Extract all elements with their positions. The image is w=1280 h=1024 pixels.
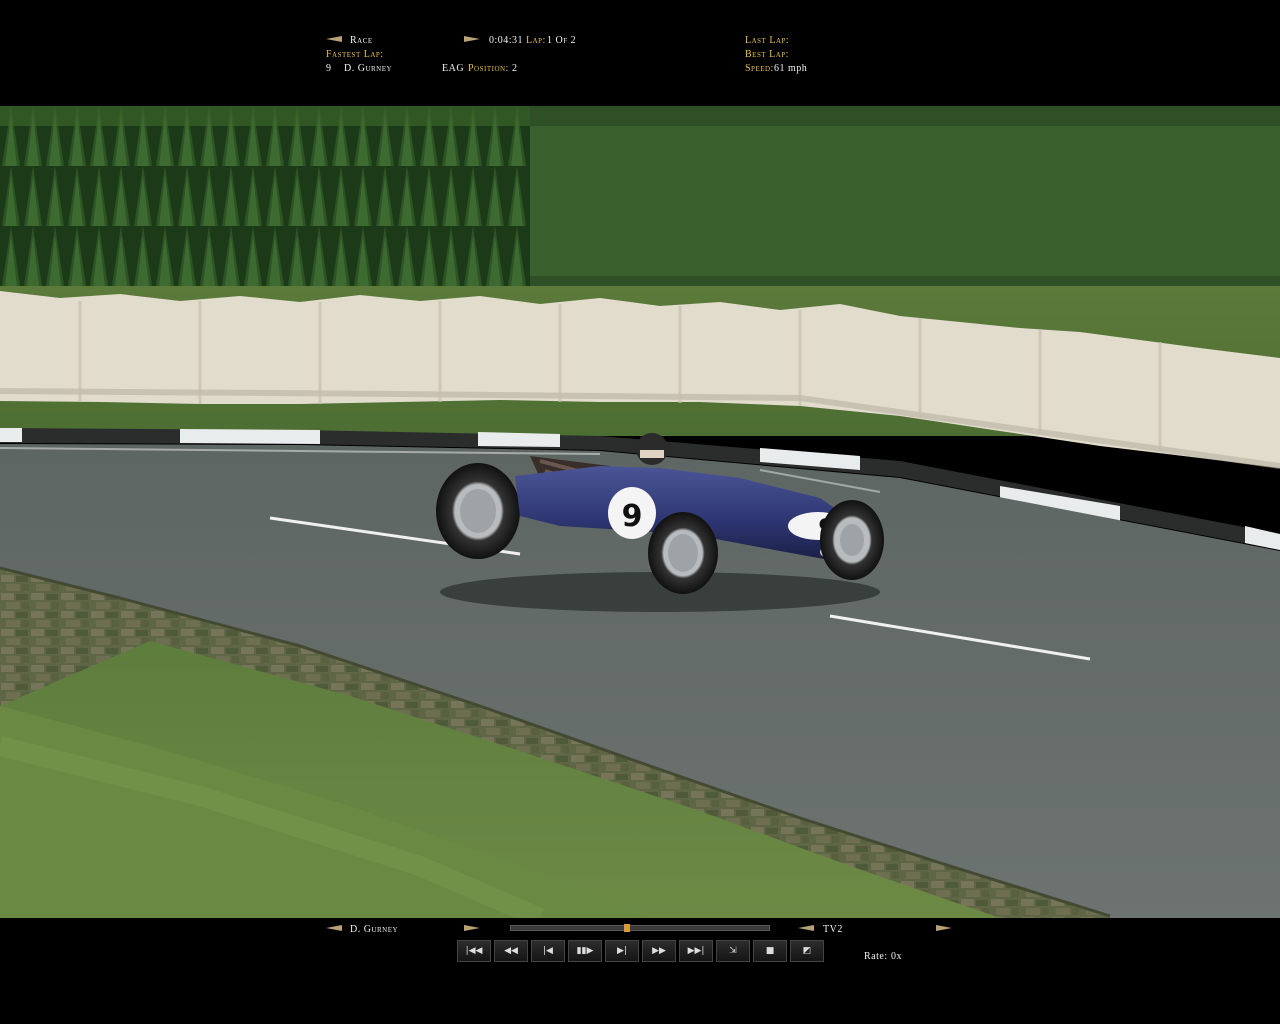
session-next-arrow-icon[interactable]	[464, 36, 480, 42]
camera-button[interactable]: ◩	[790, 940, 824, 962]
lap-value: 1 Of 2	[547, 35, 577, 46]
skip-to-start-button[interactable]: |◀◀	[457, 940, 491, 962]
pause-button[interactable]: ▮▮▶	[568, 940, 602, 962]
position-label: Position:	[468, 63, 509, 74]
replay-progress-track[interactable]	[510, 925, 770, 931]
driver-name: D. Gurney	[344, 63, 393, 74]
driver-prev-arrow-icon[interactable]	[326, 925, 342, 931]
step-back-button[interactable]: |◀	[531, 940, 565, 962]
rate-value: 0x	[891, 951, 902, 962]
position-value: 2	[512, 63, 518, 74]
rate-label: Rate:	[864, 951, 888, 962]
driver-next-arrow-icon[interactable]	[464, 925, 480, 931]
session-prev-arrow-icon[interactable]	[326, 36, 342, 42]
skip-to-end-button[interactable]: ▶▶|	[679, 940, 713, 962]
loop-button[interactable]: ⇲	[716, 940, 750, 962]
last-lap-label: Last Lap:	[745, 35, 790, 46]
step-forward-button[interactable]: ▶|	[605, 940, 639, 962]
lap-label: Lap:	[526, 35, 546, 46]
camera-prev-arrow-icon[interactable]	[798, 925, 814, 931]
speed-value: 61 mph	[774, 63, 808, 74]
replay-control-bar	[0, 918, 1280, 1024]
race-info-bar	[0, 0, 1280, 106]
car-number-side: 9	[622, 499, 643, 534]
camera-next-arrow-icon[interactable]	[936, 925, 952, 931]
camera-name: TV2	[823, 924, 843, 935]
best-lap-label: Best Lap:	[745, 49, 789, 60]
replay-driver-name: D. Gurney	[350, 924, 399, 935]
fastest-lap-label: Fastest Lap:	[326, 49, 384, 60]
track-view: 9 9	[0, 106, 1280, 918]
session-label: Race	[350, 35, 373, 46]
team-code: EAG	[442, 63, 465, 74]
race-time: 0:04:31	[489, 35, 524, 46]
rewind-button[interactable]: ◀◀	[494, 940, 528, 962]
fast-forward-button[interactable]: ▶▶	[642, 940, 676, 962]
race-scene: 9 9	[0, 106, 1280, 918]
driver-number: 9	[326, 63, 332, 74]
replay-progress-knob[interactable]	[624, 924, 631, 932]
speed-label: Speed:	[745, 63, 774, 74]
save-button[interactable]: ■	[753, 940, 787, 962]
